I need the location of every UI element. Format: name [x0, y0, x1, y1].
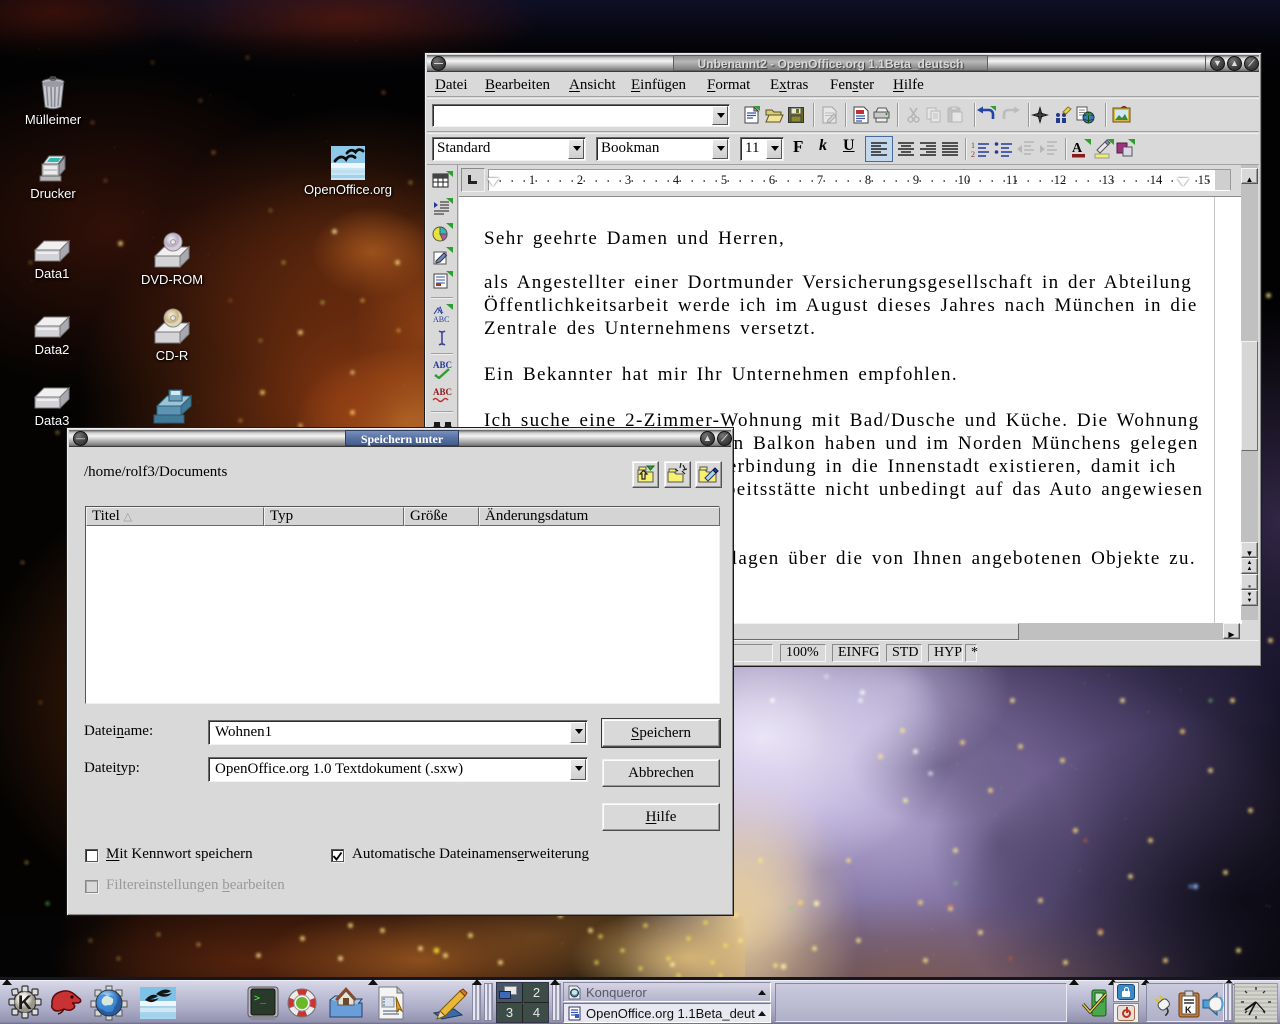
svg-text:K: K — [1185, 1005, 1192, 1015]
svg-text:1: 1 — [971, 141, 975, 150]
svg-text:K: K — [18, 993, 32, 1014]
svg-text:>_: >_ — [254, 993, 267, 1004]
svg-text:ABC: ABC — [433, 360, 452, 370]
svg-text:A: A — [1072, 141, 1083, 156]
svg-text:2: 2 — [971, 150, 975, 158]
svg-text:A: A — [437, 305, 444, 315]
svg-text:ABC: ABC — [433, 315, 449, 324]
svg-text:ABC: ABC — [433, 387, 452, 397]
